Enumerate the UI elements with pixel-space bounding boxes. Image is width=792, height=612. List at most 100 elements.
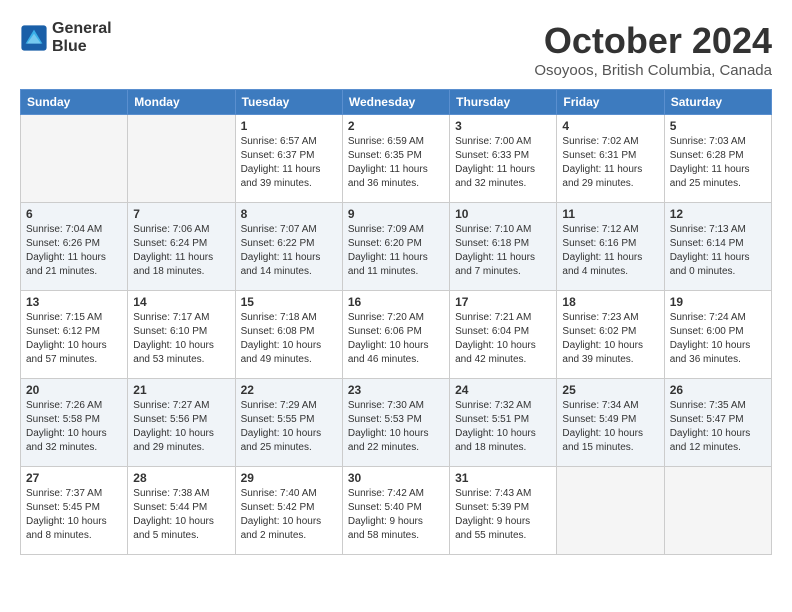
calendar-cell: 24 Sunrise: 7:32 AM Sunset: 5:51 PM Dayli… [450,379,557,467]
day-info: Sunrise: 7:15 AM Sunset: 6:12 PM Dayligh… [26,311,122,367]
logo-text: General Blue [52,20,112,55]
day-info: Sunrise: 7:04 AM Sunset: 6:26 PM Dayligh… [26,223,122,279]
day-number: 20 [26,383,122,397]
day-info: Sunrise: 7:17 AM Sunset: 6:10 PM Dayligh… [133,311,229,367]
calendar-cell: 9 Sunrise: 7:09 AM Sunset: 6:20 PM Daylig… [342,203,449,291]
month-title: October 2024 [534,20,772,62]
day-info: Sunrise: 7:34 AM Sunset: 5:49 PM Dayligh… [562,399,658,455]
day-number: 9 [348,207,444,221]
title-block: October 2024 Osoyoos, British Columbia, … [534,20,772,79]
day-number: 31 [455,471,551,485]
day-number: 22 [241,383,337,397]
calendar-cell: 17 Sunrise: 7:21 AM Sunset: 6:04 PM Dayli… [450,291,557,379]
day-number: 26 [670,383,766,397]
day-info: Sunrise: 7:37 AM Sunset: 5:45 PM Dayligh… [26,487,122,543]
logo: General Blue [20,20,112,55]
calendar-cell: 13 Sunrise: 7:15 AM Sunset: 6:12 PM Dayli… [21,291,128,379]
calendar-cell: 16Sunrise: 7:20 AM Sunset: 6:06 PM Dayli… [342,291,449,379]
day-info: Sunrise: 7:20 AM Sunset: 6:06 PM Dayligh… [348,311,444,367]
week-row: 1Sunrise: 6:57 AM Sunset: 6:37 PM Daylig… [21,115,772,203]
day-number: 25 [562,383,658,397]
calendar-cell: 8 Sunrise: 7:07 AM Sunset: 6:22 PM Daylig… [235,203,342,291]
header-cell-wednesday: Wednesday [342,90,449,115]
day-info: Sunrise: 7:21 AM Sunset: 6:04 PM Dayligh… [455,311,551,367]
calendar-cell: 4Sunrise: 7:02 AM Sunset: 6:31 PM Daylig… [557,115,664,203]
day-info: Sunrise: 7:32 AM Sunset: 5:51 PM Dayligh… [455,399,551,455]
day-number: 6 [26,207,122,221]
calendar-cell: 11Sunrise: 7:12 AM Sunset: 6:16 PM Dayli… [557,203,664,291]
calendar-table: SundayMondayTuesdayWednesdayThursdayFrid… [20,89,772,555]
calendar-cell: 10Sunrise: 7:10 AM Sunset: 6:18 PM Dayli… [450,203,557,291]
calendar-cell: 7Sunrise: 7:06 AM Sunset: 6:24 PM Daylig… [128,203,235,291]
calendar-cell: 31 Sunrise: 7:43 AM Sunset: 5:39 PM Dayli… [450,467,557,555]
header-cell-monday: Monday [128,90,235,115]
day-number: 28 [133,471,229,485]
day-info: Sunrise: 7:10 AM Sunset: 6:18 PM Dayligh… [455,223,551,279]
day-info: Sunrise: 7:13 AM Sunset: 6:14 PM Dayligh… [670,223,766,279]
day-info: Sunrise: 7:18 AM Sunset: 6:08 PM Dayligh… [241,311,337,367]
calendar-cell [21,115,128,203]
calendar-cell: 2 Sunrise: 6:59 AM Sunset: 6:35 PM Daylig… [342,115,449,203]
day-number: 14 [133,295,229,309]
calendar-cell [557,467,664,555]
page-header: General Blue October 2024 Osoyoos, Briti… [20,20,772,79]
calendar-cell: 28 Sunrise: 7:38 AM Sunset: 5:44 PM Dayli… [128,467,235,555]
calendar-cell: 25 Sunrise: 7:34 AM Sunset: 5:49 PM Dayli… [557,379,664,467]
week-row: 27 Sunrise: 7:37 AM Sunset: 5:45 PM Dayli… [21,467,772,555]
day-info: Sunrise: 6:59 AM Sunset: 6:35 PM Dayligh… [348,135,444,191]
day-info: Sunrise: 7:07 AM Sunset: 6:22 PM Dayligh… [241,223,337,279]
calendar-cell: 26 Sunrise: 7:35 AM Sunset: 5:47 PM Dayli… [664,379,771,467]
day-info: Sunrise: 7:38 AM Sunset: 5:44 PM Dayligh… [133,487,229,543]
day-number: 30 [348,471,444,485]
calendar-cell: 29 Sunrise: 7:40 AM Sunset: 5:42 PM Dayli… [235,467,342,555]
calendar-cell: 23Sunrise: 7:30 AM Sunset: 5:53 PM Dayli… [342,379,449,467]
calendar-cell: 15Sunrise: 7:18 AM Sunset: 6:08 PM Dayli… [235,291,342,379]
day-info: Sunrise: 7:23 AM Sunset: 6:02 PM Dayligh… [562,311,658,367]
day-number: 7 [133,207,229,221]
day-number: 19 [670,295,766,309]
day-number: 8 [241,207,337,221]
calendar-cell [664,467,771,555]
day-number: 24 [455,383,551,397]
calendar-body: 1Sunrise: 6:57 AM Sunset: 6:37 PM Daylig… [21,115,772,555]
day-number: 18 [562,295,658,309]
day-number: 27 [26,471,122,485]
location: Osoyoos, British Columbia, Canada [534,62,772,79]
day-number: 29 [241,471,337,485]
day-info: Sunrise: 7:27 AM Sunset: 5:56 PM Dayligh… [133,399,229,455]
calendar-cell: 21Sunrise: 7:27 AM Sunset: 5:56 PM Dayli… [128,379,235,467]
logo-icon [20,24,48,52]
calendar-cell: 5 Sunrise: 7:03 AM Sunset: 6:28 PM Daylig… [664,115,771,203]
week-row: 20Sunrise: 7:26 AM Sunset: 5:58 PM Dayli… [21,379,772,467]
calendar-cell: 14 Sunrise: 7:17 AM Sunset: 6:10 PM Dayli… [128,291,235,379]
calendar-cell: 22 Sunrise: 7:29 AM Sunset: 5:55 PM Dayli… [235,379,342,467]
day-info: Sunrise: 7:29 AM Sunset: 5:55 PM Dayligh… [241,399,337,455]
day-number: 13 [26,295,122,309]
calendar-cell [128,115,235,203]
header-cell-thursday: Thursday [450,90,557,115]
day-number: 23 [348,383,444,397]
day-info: Sunrise: 7:35 AM Sunset: 5:47 PM Dayligh… [670,399,766,455]
day-info: Sunrise: 7:40 AM Sunset: 5:42 PM Dayligh… [241,487,337,543]
week-row: 6 Sunrise: 7:04 AM Sunset: 6:26 PM Daylig… [21,203,772,291]
week-row: 13 Sunrise: 7:15 AM Sunset: 6:12 PM Dayli… [21,291,772,379]
day-info: Sunrise: 7:02 AM Sunset: 6:31 PM Dayligh… [562,135,658,191]
day-number: 1 [241,119,337,133]
day-number: 3 [455,119,551,133]
day-info: Sunrise: 7:09 AM Sunset: 6:20 PM Dayligh… [348,223,444,279]
header-cell-friday: Friday [557,90,664,115]
day-number: 12 [670,207,766,221]
day-info: Sunrise: 7:43 AM Sunset: 5:39 PM Dayligh… [455,487,551,543]
calendar-cell: 19Sunrise: 7:24 AM Sunset: 6:00 PM Dayli… [664,291,771,379]
calendar-cell: 6 Sunrise: 7:04 AM Sunset: 6:26 PM Daylig… [21,203,128,291]
day-number: 5 [670,119,766,133]
calendar-cell: 27 Sunrise: 7:37 AM Sunset: 5:45 PM Dayli… [21,467,128,555]
header-row: SundayMondayTuesdayWednesdayThursdayFrid… [21,90,772,115]
calendar-cell: 30Sunrise: 7:42 AM Sunset: 5:40 PM Dayli… [342,467,449,555]
day-number: 2 [348,119,444,133]
day-number: 17 [455,295,551,309]
day-info: Sunrise: 7:00 AM Sunset: 6:33 PM Dayligh… [455,135,551,191]
day-info: Sunrise: 7:03 AM Sunset: 6:28 PM Dayligh… [670,135,766,191]
header-cell-saturday: Saturday [664,90,771,115]
day-info: Sunrise: 7:12 AM Sunset: 6:16 PM Dayligh… [562,223,658,279]
